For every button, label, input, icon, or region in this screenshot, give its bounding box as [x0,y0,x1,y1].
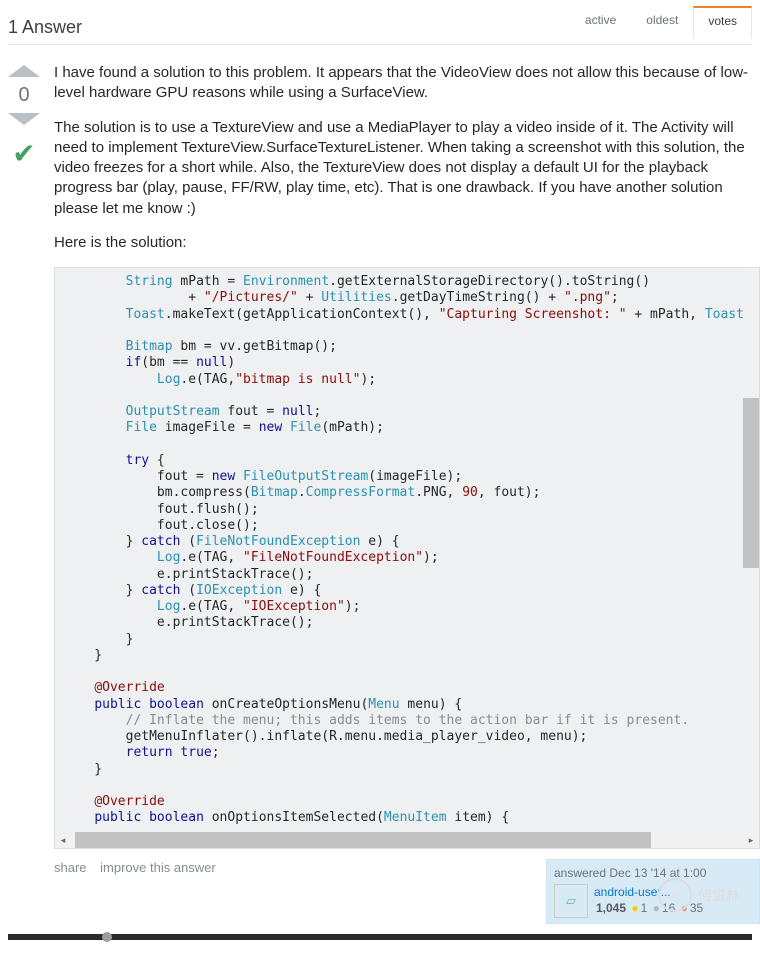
upvote-button[interactable] [8,65,40,77]
scroll-left-arrow-icon[interactable]: ◂ [55,832,71,848]
broken-image-icon: ▱ [566,892,576,910]
silver-badge-count: 16 [662,901,675,915]
user-name-link[interactable]: android-user... [594,884,703,900]
user-card: answered Dec 13 '14 at 1:00 ▱ android-us… [546,859,760,924]
post-menu: share improve this answer [54,859,226,924]
code-content[interactable]: String mPath = Environment.getExternalSt… [55,268,759,828]
vote-count: 0 [18,83,29,107]
sort-tab-oldest[interactable]: oldest [631,6,693,39]
user-reputation-row: 1,045 ●1 ●16 ●35 [594,900,703,916]
downvote-button[interactable] [8,113,40,125]
answers-count-title: 1 Answer [8,17,82,38]
answer-paragraph: The solution is to use a TextureView and… [54,118,760,219]
scroll-right-arrow-icon[interactable]: ▸ [743,832,759,848]
sort-tab-active[interactable]: active [570,6,631,39]
silver-badge-icon: ● [653,901,660,915]
sort-tab-votes[interactable]: votes [693,6,752,39]
improve-link[interactable]: improve this answer [100,860,216,875]
vote-cell: 0 ✔ [8,63,40,924]
horizontal-scrollbar-thumb[interactable] [75,832,651,848]
accepted-check-icon: ✔ [12,137,35,170]
gold-badge-count: 1 [641,901,648,915]
bronze-badge-icon: ● [681,901,688,915]
answer-paragraph: Here is the solution: [54,233,760,253]
answer-paragraph: I have found a solution to this problem.… [54,63,760,104]
reputation-score: 1,045 [596,901,626,915]
vertical-scrollbar-thumb[interactable] [743,398,759,568]
sort-tabs: activeoldestvotes [570,6,752,38]
gold-badge-icon: ● [631,901,638,915]
avatar[interactable]: ▱ [554,884,588,918]
progress-handle-icon[interactable] [102,932,112,942]
answer-body: I have found a solution to this problem.… [40,63,760,924]
code-block: String mPath = Environment.getExternalSt… [54,267,760,849]
answered-time: answered Dec 13 '14 at 1:00 [554,865,752,881]
bronze-badge-count: 35 [690,901,703,915]
media-progress-bar[interactable] [8,934,752,940]
share-link[interactable]: share [54,860,87,875]
